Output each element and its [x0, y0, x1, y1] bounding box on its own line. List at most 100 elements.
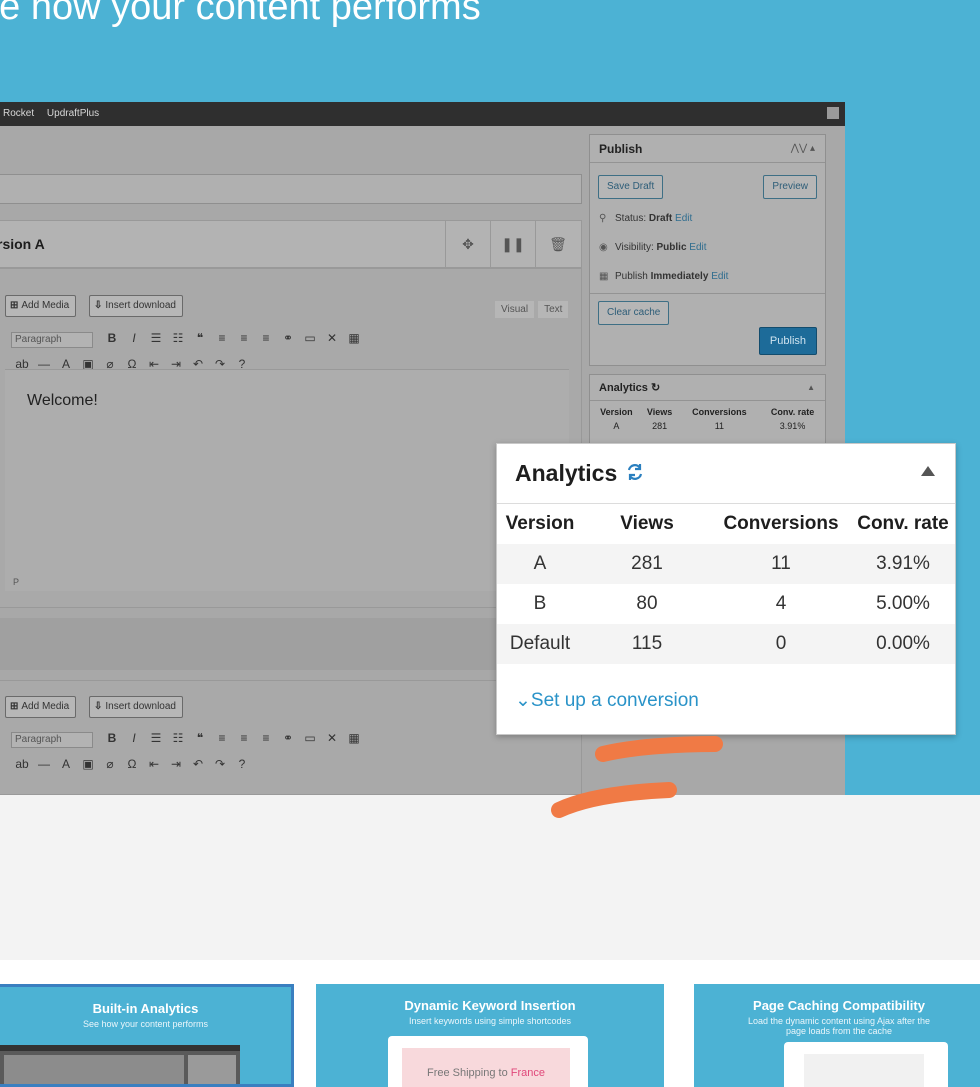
- status-edit-link[interactable]: Edit: [675, 213, 692, 224]
- tab-text[interactable]: Text: [538, 301, 569, 318]
- hero-title: ee how your content performs: [0, 0, 481, 28]
- more-icon[interactable]: ▭: [299, 331, 321, 345]
- publish-date-edit-link[interactable]: Edit: [711, 271, 728, 282]
- publish-panel-header: Publish ⋀⋁ ▴: [590, 135, 825, 163]
- post-title-input[interactable]: [0, 174, 582, 204]
- fullscreen-icon[interactable]: ✕: [321, 331, 343, 345]
- trash-icon[interactable]: 🗑: [535, 221, 580, 267]
- table-header-row: Version Views Conversions Conv. rate: [497, 504, 955, 544]
- media-icon: ⊞: [10, 701, 19, 712]
- analytics-small-table: Version Views Conversions Conv. rate A 2…: [592, 405, 825, 433]
- move-icon[interactable]: ✥: [445, 221, 490, 267]
- bullet-list-icon[interactable]: ☰: [145, 731, 167, 745]
- bold-icon[interactable]: B: [101, 731, 123, 745]
- column-header-views: Views: [620, 513, 674, 534]
- demo-text: Free Shipping to France: [402, 1067, 570, 1079]
- media-icon: ⊞: [10, 300, 19, 311]
- cell-conv-rate: 0.00%: [851, 624, 955, 664]
- text-color-icon[interactable]: A: [55, 757, 77, 771]
- numbered-list-icon[interactable]: ☷: [167, 331, 189, 345]
- link-icon[interactable]: ⚭: [277, 731, 299, 745]
- align-center-icon[interactable]: ≡: [233, 331, 255, 345]
- tile-page-caching-compatibility[interactable]: Page Caching Compatibility Load the dyna…: [694, 984, 980, 1087]
- toolbar-toggle-icon[interactable]: ▦: [343, 731, 365, 745]
- paste-text-icon[interactable]: ▣: [77, 757, 99, 771]
- publish-button[interactable]: Publish: [758, 327, 817, 355]
- hr-icon[interactable]: —: [33, 757, 55, 771]
- align-left-icon[interactable]: ≡: [211, 731, 233, 745]
- admin-bar: Rocket UpdraftPlus: [0, 102, 845, 126]
- redo-icon[interactable]: ↷: [209, 757, 231, 771]
- align-right-icon[interactable]: ≡: [255, 331, 277, 345]
- undo-icon[interactable]: ↶: [187, 757, 209, 771]
- numbered-list-icon[interactable]: ☷: [167, 731, 189, 745]
- link-icon[interactable]: ⚭: [277, 331, 299, 345]
- publish-date-label: Publish: [615, 271, 648, 282]
- admin-bar-toggle-icon[interactable]: [827, 107, 839, 119]
- analytics-card-header: Analytics: [497, 444, 955, 504]
- table-row: B 80 4 5.00%: [497, 584, 955, 624]
- editor-version-b: ⊞ Add Media ⇩ Insert download Paragraph B I ☰…: [0, 680, 582, 795]
- preview-button[interactable]: Preview: [763, 175, 817, 199]
- help-icon[interactable]: ?: [231, 757, 253, 771]
- refresh-icon[interactable]: [625, 462, 645, 482]
- visibility-edit-link[interactable]: Edit: [689, 242, 706, 253]
- panel-arrows-icon[interactable]: ⋀⋁ ▴: [791, 135, 815, 163]
- strikethrough-icon[interactable]: ab: [11, 757, 33, 771]
- align-right-icon[interactable]: ≡: [255, 731, 277, 745]
- demo-text-prefix: Free Shipping to: [426, 1067, 511, 1079]
- quote-icon[interactable]: ❝: [189, 731, 211, 745]
- admin-bar-item-rocket[interactable]: Rocket: [3, 108, 34, 119]
- clear-cache-button[interactable]: Clear cache: [598, 301, 670, 325]
- add-media-button-2[interactable]: ⊞ Add Media: [5, 696, 77, 718]
- demo-keyword: France: [510, 1067, 546, 1079]
- format-select-2[interactable]: Paragraph: [11, 732, 93, 748]
- fullscreen-icon[interactable]: ✕: [321, 731, 343, 745]
- cell-views: 281: [652, 421, 668, 431]
- tile-subtitle: See how your content performs: [82, 1019, 209, 1029]
- italic-icon[interactable]: I: [123, 331, 145, 345]
- align-center-icon[interactable]: ≡: [233, 731, 255, 745]
- download-icon: ⇩: [94, 701, 103, 712]
- column-header: Version: [600, 407, 633, 417]
- refresh-icon[interactable]: ↻: [651, 382, 660, 394]
- outdent-icon[interactable]: ⇤: [143, 757, 165, 771]
- add-media-button[interactable]: ⊞ Add Media: [5, 295, 77, 317]
- column-header: Conv. rate: [770, 407, 815, 417]
- analytics-small-header: Analytics ↻ ▲: [590, 375, 825, 401]
- format-select[interactable]: Paragraph: [11, 332, 93, 348]
- analytics-title: Analytics: [515, 460, 618, 486]
- clear-format-icon[interactable]: ⌀: [99, 757, 121, 771]
- toolbar-toggle-icon[interactable]: ▦: [343, 331, 365, 345]
- indent-icon[interactable]: ⇥: [165, 757, 187, 771]
- bullet-list-icon[interactable]: ☰: [145, 331, 167, 345]
- version-title: rsion A: [0, 236, 45, 252]
- setup-conversion-link[interactable]: ⌄Set up a conversion: [515, 689, 699, 712]
- table-row: A 281 11 3.91%: [497, 544, 955, 584]
- cell-version: B: [533, 593, 547, 614]
- collapse-icon[interactable]: [921, 466, 935, 476]
- tile-built-in-analytics[interactable]: Built-in Analytics See how your content …: [0, 984, 294, 1087]
- cell-conversions: 4: [775, 593, 787, 614]
- pin-icon: ⚲: [599, 213, 607, 224]
- tile-dynamic-keyword-insertion[interactable]: Dynamic Keyword Insertion Insert keyword…: [316, 984, 664, 1087]
- tab-visual[interactable]: Visual: [495, 301, 535, 318]
- admin-bar-item-updraftplus[interactable]: UpdraftPlus: [47, 108, 99, 119]
- tile-title: Dynamic Keyword Insertion: [404, 998, 576, 1013]
- align-left-icon[interactable]: ≡: [211, 331, 233, 345]
- cell-views: 80: [636, 593, 658, 614]
- pause-icon[interactable]: ❚❚: [490, 221, 535, 267]
- bold-icon[interactable]: B: [101, 331, 123, 345]
- special-char-icon[interactable]: Ω: [121, 757, 143, 771]
- column-header: Conversions: [692, 407, 747, 417]
- more-icon[interactable]: ▭: [299, 731, 321, 745]
- column-header: Views: [646, 407, 673, 417]
- editor-content[interactable]: Welcome! P: [5, 369, 569, 591]
- save-draft-button[interactable]: Save Draft: [598, 175, 664, 199]
- insert-download-button-2[interactable]: ⇩ Insert download: [89, 696, 183, 718]
- quote-icon[interactable]: ❝: [189, 331, 211, 345]
- tile-title: Page Caching Compatibility: [753, 998, 925, 1013]
- collapse-icon[interactable]: ▲: [807, 375, 815, 401]
- italic-icon[interactable]: I: [123, 731, 145, 745]
- insert-download-button[interactable]: ⇩ Insert download: [89, 295, 183, 317]
